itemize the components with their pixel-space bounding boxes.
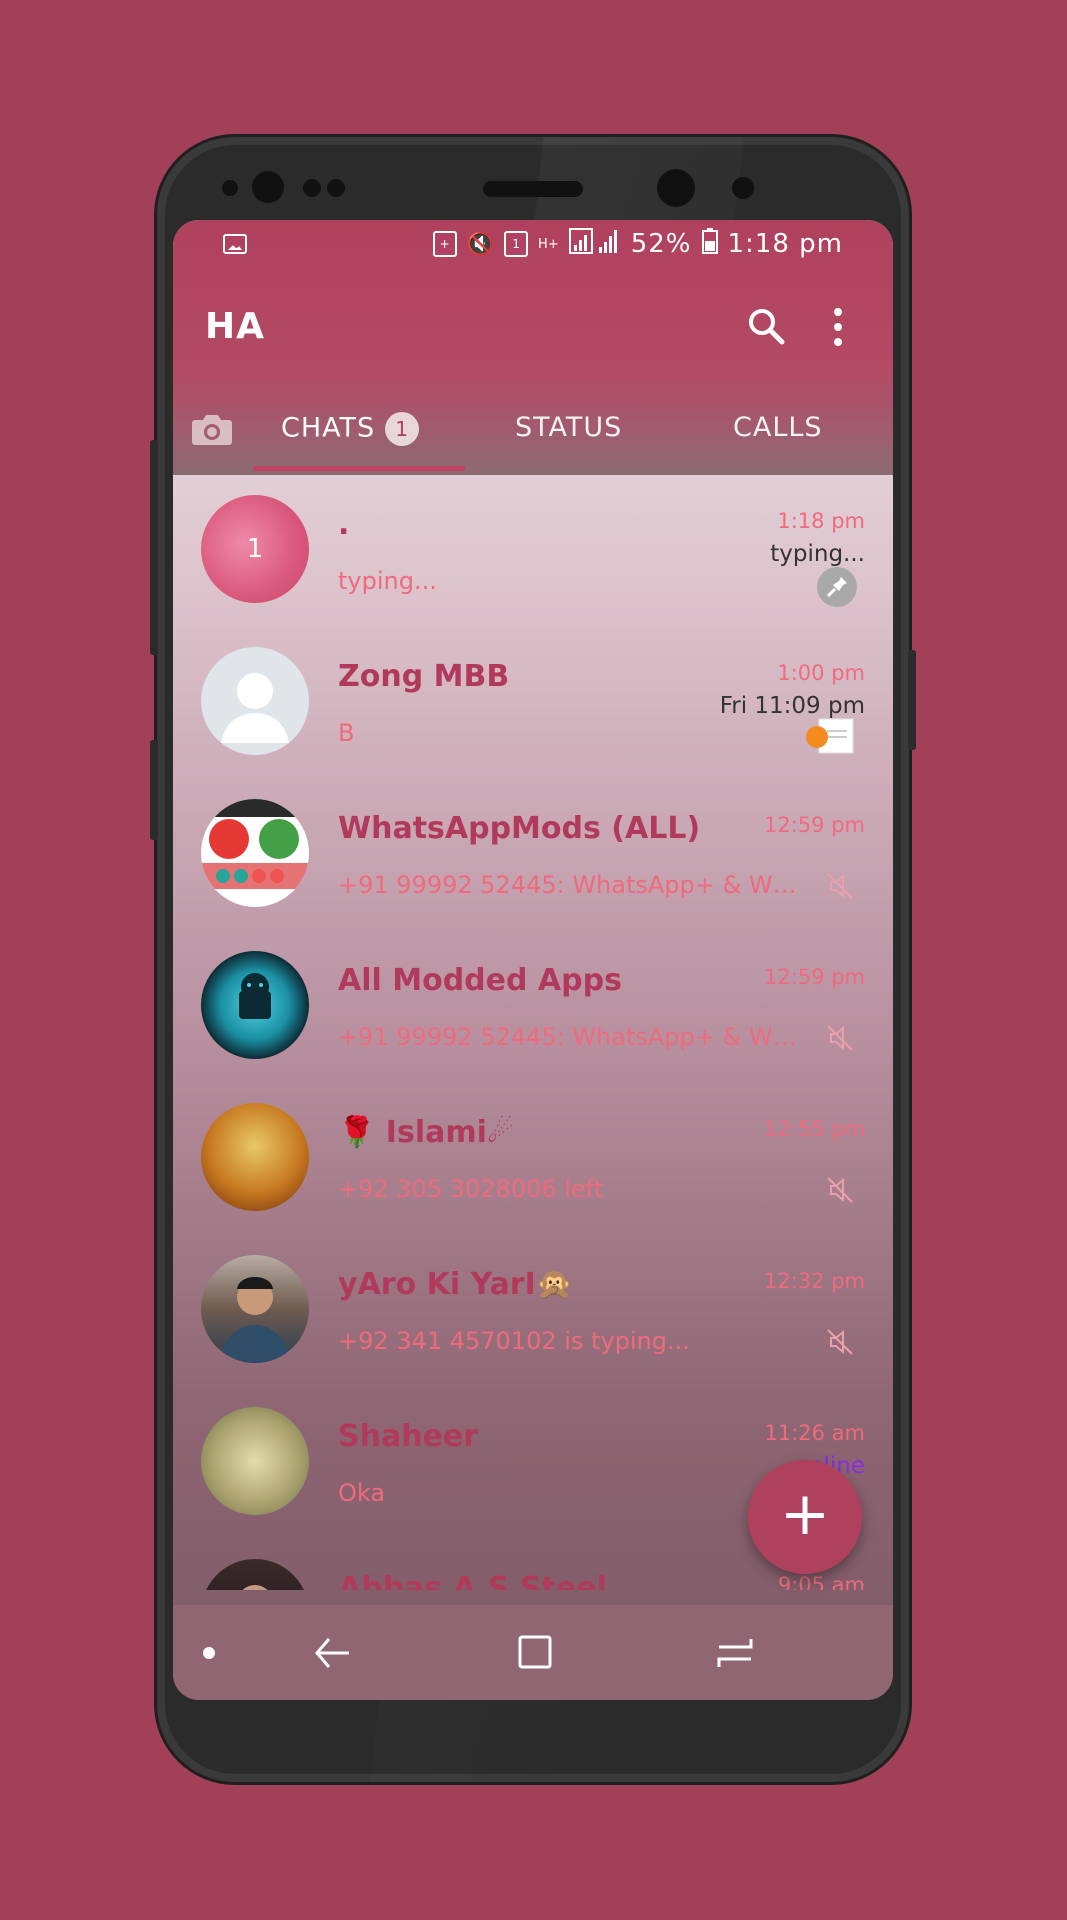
mute-icon xyxy=(825,1175,855,1205)
chat-row[interactable]: Zong MBB B 1:00 pm Fri 11:09 pm xyxy=(173,627,893,779)
new-chat-button[interactable]: + xyxy=(748,1460,862,1574)
unread-badge: 1 xyxy=(385,412,420,446)
more-options-icon[interactable] xyxy=(828,306,848,350)
unread-count: 1 xyxy=(246,534,264,564)
avatar xyxy=(201,1103,309,1211)
chat-status: typing... xyxy=(770,541,865,567)
avatar xyxy=(201,799,309,907)
camera-icon[interactable] xyxy=(191,412,233,446)
earpiece-speaker xyxy=(483,181,583,197)
avatar: 1 xyxy=(201,495,309,603)
chat-name: Abbas A.S Steel xyxy=(338,1571,607,1590)
clock: 1:18 pm xyxy=(727,229,843,259)
avatar xyxy=(201,647,309,755)
chat-preview: B xyxy=(338,719,355,747)
tab-chats[interactable]: CHATS 1 xyxy=(281,412,420,446)
mute-status-icon: 🔇 xyxy=(466,231,495,257)
chat-name: WhatsAppMods (ALL) xyxy=(338,811,701,846)
chat-name: Zong MBB xyxy=(338,659,510,694)
battery-saver-icon: + xyxy=(432,231,457,257)
avatar xyxy=(201,1255,309,1363)
chat-name: Shaheer xyxy=(338,1419,479,1454)
chat-preview: +92 341 4570102 is typing... xyxy=(338,1327,690,1355)
image-notification-icon xyxy=(223,234,247,254)
mute-icon xyxy=(825,1023,855,1053)
chat-time: 12:59 pm xyxy=(764,965,865,989)
nav-dot-icon[interactable] xyxy=(203,1647,215,1659)
chat-time: 1:00 pm xyxy=(777,661,865,685)
network-type: H+ xyxy=(538,236,559,252)
chat-name: 🌹 Islami☄ xyxy=(338,1115,514,1150)
chat-time: 1:18 pm xyxy=(777,509,865,533)
status-bar: + 🔇 1 H+ 52% 1:18 pm xyxy=(173,220,893,276)
chat-time: 11:26 am xyxy=(764,1421,865,1445)
avatar xyxy=(201,1559,309,1590)
tab-indicator xyxy=(253,466,465,471)
tab-bar: CHATS 1 STATUS CALLS xyxy=(173,390,893,475)
chat-row[interactable]: 🌹 Islami☄ +92 305 3028006 left 12:55 pm xyxy=(173,1083,893,1235)
front-sensor xyxy=(252,171,284,203)
chat-preview: typing... xyxy=(338,567,437,595)
chat-row[interactable]: 1 . typing... 1:18 pm typing... xyxy=(173,475,893,627)
chat-preview: Oka xyxy=(338,1479,386,1507)
battery-icon xyxy=(701,228,718,260)
mute-icon xyxy=(825,871,855,901)
signal-icon xyxy=(568,228,621,260)
chat-time: 12:59 pm xyxy=(764,813,865,837)
app-bar: HA xyxy=(173,276,893,376)
chat-row[interactable]: WhatsAppMods (ALL) +91 99992 52445: What… xyxy=(173,779,893,931)
chat-row[interactable]: All Modded Apps +91 99992 52445: WhatsAp… xyxy=(173,931,893,1083)
tab-chats-label: CHATS xyxy=(281,412,376,444)
chat-row[interactable]: yAro Ki YarI🙊 +92 341 4570102 is typing.… xyxy=(173,1235,893,1387)
navigation-bar xyxy=(173,1605,893,1700)
chat-time: 9:05 am xyxy=(777,1573,865,1590)
sim-icon: 1 xyxy=(504,231,529,257)
volume-button xyxy=(150,440,158,655)
home-icon[interactable] xyxy=(518,1635,552,1669)
app-title: HA xyxy=(205,306,265,347)
status-icons: + 🔇 1 H+ 52% 1:18 pm xyxy=(432,228,843,260)
front-sensor xyxy=(222,180,238,196)
document-icon xyxy=(805,715,855,757)
chat-name: . xyxy=(338,507,350,542)
header: + 🔇 1 H+ 52% 1:18 pm HA CHATS 1 STATUS C… xyxy=(173,220,893,475)
front-sensor xyxy=(327,179,345,197)
bixby-button xyxy=(150,740,158,840)
tab-calls[interactable]: CALLS xyxy=(733,412,823,443)
battery-percent: 52% xyxy=(630,229,692,259)
power-button xyxy=(908,650,916,750)
mute-icon xyxy=(825,1327,855,1357)
chat-time: 12:55 pm xyxy=(764,1117,865,1141)
chat-time: 12:32 pm xyxy=(764,1269,865,1293)
avatar xyxy=(201,951,309,1059)
chat-preview: +91 99992 52445: WhatsApp+ & Wha... xyxy=(338,871,808,899)
avatar xyxy=(201,1407,309,1515)
chat-name: yAro Ki YarI🙊 xyxy=(338,1267,574,1302)
back-arrow-icon[interactable] xyxy=(313,1635,353,1671)
search-icon[interactable] xyxy=(746,306,786,346)
front-sensor xyxy=(303,179,321,197)
chat-preview: +92 305 3028006 left xyxy=(338,1175,604,1203)
pin-icon xyxy=(817,567,857,607)
chat-name: All Modded Apps xyxy=(338,963,622,998)
recent-apps-icon[interactable] xyxy=(715,1635,755,1671)
front-camera xyxy=(657,169,695,207)
chat-preview: +91 99992 52445: WhatsApp+ & Wha... xyxy=(338,1023,808,1051)
front-sensor xyxy=(732,177,754,199)
chat-list: 1 . typing... 1:18 pm typing... Zong MBB… xyxy=(173,475,893,1590)
tab-status[interactable]: STATUS xyxy=(515,412,622,443)
